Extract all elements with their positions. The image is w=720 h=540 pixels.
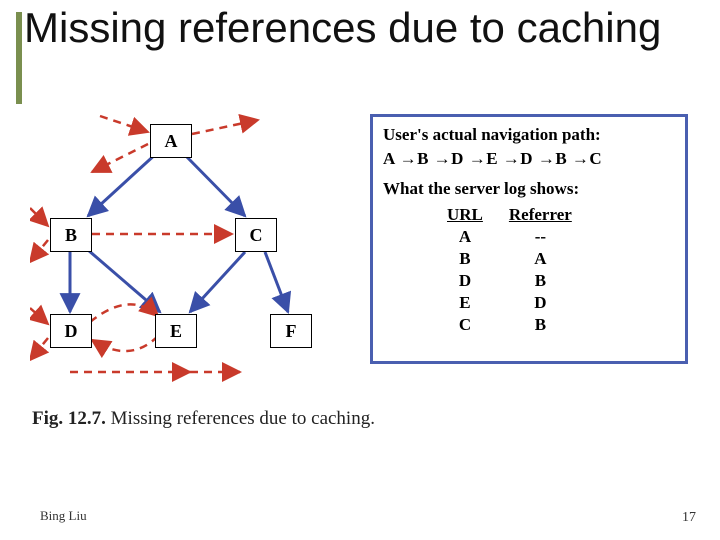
footer-author: Bing Liu bbox=[40, 508, 87, 524]
cell-ref: D bbox=[497, 293, 584, 313]
node-label: A bbox=[165, 131, 178, 151]
figure-caption: Fig. 12.7. Missing references due to cac… bbox=[32, 408, 375, 430]
nav-path-header: User's actual navigation path: bbox=[383, 125, 675, 145]
col-referrer: Referrer bbox=[497, 205, 584, 225]
graph: A B C D E F bbox=[30, 112, 360, 382]
nav-path: A →B →D →E →D →B →C bbox=[383, 149, 675, 169]
cell-url: E bbox=[435, 293, 495, 313]
node-E: E bbox=[155, 314, 197, 348]
node-A: A bbox=[150, 124, 192, 158]
slide: Missing references due to caching bbox=[0, 0, 720, 540]
server-log-table: URL Referrer A-- BA DB ED CB bbox=[433, 203, 586, 337]
node-label: F bbox=[286, 321, 297, 341]
figure-area: A B C D E F User's actual navigation pat… bbox=[30, 112, 690, 452]
graph-edges bbox=[30, 112, 360, 402]
node-label: B bbox=[65, 225, 77, 245]
col-url: URL bbox=[435, 205, 495, 225]
cell-ref: -- bbox=[497, 227, 584, 247]
table-row: BA bbox=[435, 249, 584, 269]
figure-label: Fig. 12.7. bbox=[32, 408, 106, 429]
table-header-row: URL Referrer bbox=[435, 205, 584, 225]
node-F: F bbox=[270, 314, 312, 348]
footer-page-number: 17 bbox=[682, 510, 696, 526]
node-D: D bbox=[50, 314, 92, 348]
table-row: CB bbox=[435, 315, 584, 335]
table-row: DB bbox=[435, 271, 584, 291]
table-row: ED bbox=[435, 293, 584, 313]
info-panel: User's actual navigation path: A →B →D →… bbox=[370, 114, 688, 364]
slide-title: Missing references due to caching bbox=[22, 4, 702, 51]
cell-url: C bbox=[435, 315, 495, 335]
cell-url: D bbox=[435, 271, 495, 291]
cell-url: A bbox=[435, 227, 495, 247]
node-label: E bbox=[170, 321, 182, 341]
title-block: Missing references due to caching bbox=[22, 4, 702, 51]
cell-ref: A bbox=[497, 249, 584, 269]
node-label: D bbox=[65, 321, 78, 341]
title-accent-bar bbox=[16, 12, 22, 104]
cell-url: B bbox=[435, 249, 495, 269]
table-row: A-- bbox=[435, 227, 584, 247]
node-label: C bbox=[250, 225, 263, 245]
cell-ref: B bbox=[497, 315, 584, 335]
server-log-header: What the server log shows: bbox=[383, 179, 675, 199]
figure-caption-text: Missing references due to caching. bbox=[106, 408, 375, 429]
node-B: B bbox=[50, 218, 92, 252]
node-C: C bbox=[235, 218, 277, 252]
cell-ref: B bbox=[497, 271, 584, 291]
